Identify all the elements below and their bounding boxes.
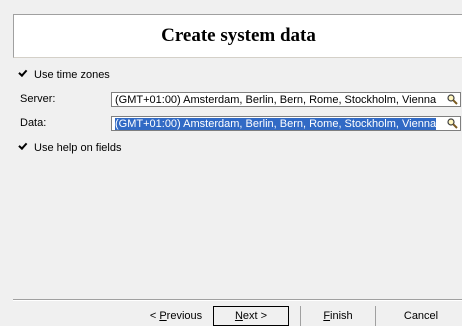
previous-rest: revious (166, 310, 203, 322)
previous-button[interactable]: < Previous (143, 306, 209, 326)
next-accel: N (234, 310, 243, 322)
use-time-zones-label: Use time zones (34, 69, 110, 81)
finish-rest: inish (330, 310, 353, 322)
checkmark-icon (21, 144, 30, 153)
server-label: Server: (20, 93, 56, 105)
previous-accel: P (159, 310, 167, 322)
button-separator (375, 306, 376, 326)
checkmark-icon (21, 71, 30, 80)
previous-prefix: < (149, 310, 160, 322)
use-help-on-fields-checkbox[interactable]: Use help on fields (21, 142, 121, 154)
use-help-on-fields-label: Use help on fields (34, 142, 122, 154)
server-field[interactable]: (GMT+01:00) Amsterdam, Berlin, Bern, Rom… (111, 92, 461, 107)
page-title: Create system data (161, 25, 316, 46)
cancel-button[interactable]: Cancel (386, 306, 456, 326)
finish-accel: F (323, 310, 331, 322)
data-value[interactable]: (GMT+01:00) Amsterdam, Berlin, Bern, Rom… (112, 117, 445, 130)
button-separator (300, 306, 301, 326)
data-field[interactable]: (GMT+01:00) Amsterdam, Berlin, Bern, Rom… (111, 116, 461, 131)
server-value[interactable]: (GMT+01:00) Amsterdam, Berlin, Bern, Rom… (112, 94, 445, 106)
search-icon[interactable] (445, 93, 459, 106)
next-button[interactable]: Next > (213, 306, 289, 326)
next-rest: ext > (242, 310, 268, 322)
finish-button[interactable]: Finish (306, 306, 370, 326)
search-icon[interactable] (445, 117, 459, 130)
data-label: Data: (20, 117, 47, 129)
wizard-header: Create system data (13, 14, 462, 58)
use-time-zones-checkbox[interactable]: Use time zones (21, 69, 110, 81)
footer-divider (13, 299, 462, 301)
